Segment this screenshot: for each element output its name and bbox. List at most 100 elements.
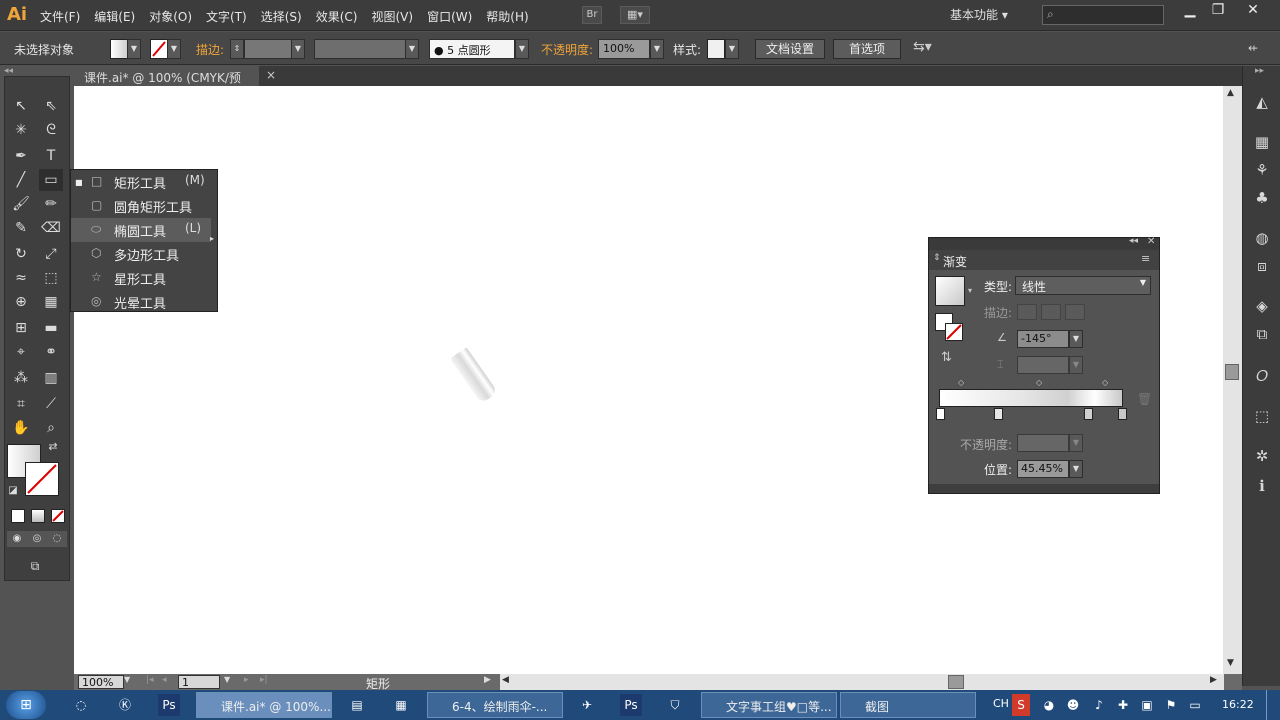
stroke-weight-stepper[interactable]: ⇕ (230, 39, 244, 59)
taskbar-screenshot-folder[interactable]: 截图 (840, 692, 976, 718)
stroke-weight-dropdown[interactable]: ▼ (291, 39, 305, 59)
gradient-mode-button[interactable] (31, 509, 45, 523)
draw-behind-icon[interactable]: ◎ (27, 531, 47, 547)
aspect-ratio-dropdown[interactable]: ▼ (1069, 356, 1083, 374)
flyout-item-star[interactable]: ☆ 星形工具 (71, 266, 211, 290)
none-mode-button[interactable] (51, 509, 65, 523)
stroke-dropdown[interactable]: ▼ (167, 39, 181, 59)
zoom-tool-icon[interactable]: ⌕ (39, 417, 63, 439)
explorer-pin-icon[interactable]: ▦ (390, 694, 412, 716)
horizontal-scrollbar[interactable]: ◀ ▶ (500, 674, 1224, 690)
volume-icon[interactable]: ♪ (1090, 694, 1108, 716)
color-stop-4[interactable] (1118, 408, 1127, 420)
close-panel-icon[interactable]: ✕ (1147, 236, 1155, 247)
menu-edit[interactable]: 编辑(E) (94, 8, 135, 25)
collapse-toolbox-icon[interactable]: ◂◂ (4, 66, 13, 76)
glyph-italic-icon[interactable]: 𝑂 (1252, 366, 1272, 386)
color-guide-icon[interactable]: ◭ (1252, 92, 1272, 112)
profile-dropdown[interactable]: ▼ (405, 39, 419, 59)
stroke-label[interactable]: 描边: (196, 41, 224, 58)
stroke-color-box[interactable] (25, 462, 59, 496)
menu-file[interactable]: 文件(F) (40, 8, 80, 25)
style-swatch[interactable] (707, 39, 725, 59)
delete-stop-icon[interactable]: 🗑 (1137, 392, 1152, 406)
magic-wand-tool-icon[interactable]: ✳ (9, 119, 33, 141)
display-tray-icon[interactable]: ▭ (1186, 694, 1204, 716)
close-window-button[interactable]: ✕ (1238, 2, 1268, 22)
scroll-up-icon[interactable]: ▲ (1227, 88, 1234, 98)
menu-effect[interactable]: 效果(C) (316, 8, 358, 25)
stroke-weight-field[interactable] (244, 39, 292, 59)
flyout-item-rounded-rectangle[interactable]: ▢ 圆角矩形工具 (71, 194, 211, 218)
opacity-field[interactable]: 100% (598, 39, 650, 59)
zoom-field[interactable]: 100% (78, 675, 124, 689)
draw-inside-icon[interactable]: ◌ (47, 531, 67, 547)
blob-brush-tool-icon[interactable]: ✎ (9, 217, 33, 239)
blend-tool-icon[interactable]: ⚭ (39, 341, 63, 363)
color-stop-2[interactable] (994, 408, 1003, 420)
shield-pin-icon[interactable]: ⛉ (664, 694, 686, 716)
fill-dropdown[interactable]: ▼ (127, 39, 141, 59)
action-center-icon[interactable]: ⚑ (1162, 694, 1180, 716)
direct-selection-tool-icon[interactable]: ⇖ (39, 95, 63, 117)
stroke-gradient-along-button[interactable] (1041, 304, 1061, 320)
gradient-slider[interactable] (939, 389, 1123, 407)
style-dropdown[interactable]: ▼ (725, 39, 739, 59)
color-mode-button[interactable] (11, 509, 25, 523)
brushes-icon[interactable]: ⚘ (1252, 160, 1272, 180)
flyout-item-rectangle[interactable]: □ 矩形工具 (M) (71, 170, 211, 194)
start-button[interactable]: ⊞ (6, 691, 46, 719)
gradient-tool-icon[interactable]: ▬ (39, 317, 63, 339)
menu-type[interactable]: 文字(T) (206, 8, 247, 25)
app-pin-icon[interactable]: ✈ (576, 694, 598, 716)
symbols-icon[interactable]: ♣ (1252, 188, 1272, 208)
workspace-switcher[interactable]: 基本功能 ▾ (950, 6, 1030, 24)
default-colors-icon[interactable]: ◪ (5, 483, 21, 499)
zoom-dropdown-icon[interactable]: ▼ (124, 675, 136, 684)
hand-tool-icon[interactable]: ✋ (9, 417, 33, 439)
free-transform-tool-icon[interactable]: ⬚ (39, 267, 63, 289)
menu-view[interactable]: 视图(V) (371, 8, 413, 25)
appearance-icon[interactable]: ◍ (1252, 228, 1272, 248)
show-desktop-button[interactable] (1266, 690, 1280, 720)
scale-tool-icon[interactable]: ⤢ (39, 243, 63, 265)
gradient-rectangle-shape[interactable] (450, 347, 498, 404)
close-tab-icon[interactable]: × (266, 68, 276, 82)
color-stop-1[interactable] (936, 408, 945, 420)
screen-mode-icon[interactable]: ⧉ (23, 555, 47, 577)
brush-definition[interactable]: ● 5 点圆形 (429, 39, 515, 59)
aspect-ratio-field[interactable] (1017, 356, 1069, 374)
panel-resize-bar[interactable] (929, 484, 1159, 493)
minimize-button[interactable]: ▁ (1175, 2, 1205, 22)
line-tool-icon[interactable]: ╱ (9, 169, 33, 191)
stop-opacity-dropdown[interactable]: ▼ (1069, 434, 1083, 452)
artboard-tool-icon[interactable]: ⌗ (9, 393, 33, 415)
stroke-swatch[interactable] (150, 39, 168, 59)
security-tray-icon[interactable]: ✚ (1114, 694, 1132, 716)
kugou-pin-icon[interactable]: Ⓚ (114, 694, 136, 716)
panel-title[interactable]: 渐变 (943, 253, 967, 270)
ie-pin-icon[interactable]: ◌ (70, 694, 92, 716)
midpoint-diamond-2[interactable]: ◇ (1036, 378, 1042, 387)
gradient-preview[interactable] (935, 276, 965, 306)
wechat-tray-icon[interactable]: ◕ (1040, 694, 1058, 716)
flyout-item-polygon[interactable]: ⬡ 多边形工具 (71, 242, 211, 266)
preferences-button[interactable]: 首选项 (833, 39, 901, 59)
column-graph-tool-icon[interactable]: ▥ (39, 367, 63, 389)
search-input[interactable]: ⌕ (1042, 5, 1164, 25)
panel-menu-icon[interactable]: ≡ (1141, 252, 1150, 265)
opacity-label[interactable]: 不透明度: (541, 41, 593, 58)
document-setup-button[interactable]: 文档设置 (755, 39, 825, 59)
rectangle-tool-icon[interactable]: ▭ (39, 169, 63, 191)
angle-dropdown[interactable]: ▼ (1069, 330, 1083, 348)
expand-panels-icon[interactable]: ▸▸ (1255, 66, 1264, 76)
perspective-grid-tool-icon[interactable]: ▦ (39, 291, 63, 313)
artboard-number-field[interactable]: 1 (178, 675, 220, 689)
menu-object[interactable]: 对象(O) (149, 8, 192, 25)
swatches-icon[interactable]: ▦ (1252, 132, 1272, 152)
stop-opacity-field[interactable] (1017, 434, 1069, 452)
pencil-tool-icon[interactable]: ✏ (39, 193, 63, 215)
panel-menu-icon[interactable]: ⇷ (1248, 41, 1258, 55)
first-artboard-icon[interactable]: |◂ (146, 675, 154, 685)
flyout-item-ellipse[interactable]: ⬭ 椭圆工具 (L) (71, 218, 211, 242)
